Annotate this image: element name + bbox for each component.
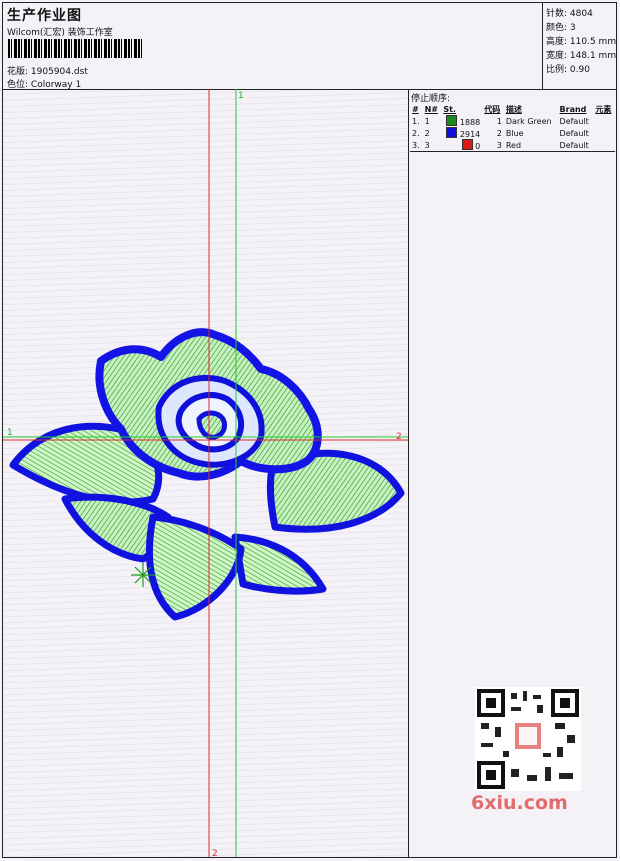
column-header: 代码 [484, 104, 501, 114]
stop-sequence-table: # N# St. 代码 描述 Brand 元素 1. 1 1888 1 Dark… [410, 103, 615, 152]
axis-label-v2: 2 [212, 849, 218, 857]
qr-code [475, 687, 581, 791]
worksheet-header: 生产作业图 Wilcom(汇宏) 装饰工作室 花版: 1905904.dst 色… [3, 3, 616, 90]
watermark-logo: 6xiu.com [471, 792, 568, 814]
column-header: Brand [559, 104, 587, 114]
column-header: 描述 [505, 104, 522, 114]
qr-code-graphic [477, 689, 579, 789]
axis-label-h2: 2 [396, 432, 402, 442]
embroidery-preview: 1 1 2 2 [3, 89, 409, 857]
stat-width: 宽度: 148.1 mm [546, 51, 617, 61]
stat-height: 高度: 110.5 mm [546, 37, 617, 47]
column-header: # [412, 104, 419, 114]
embroidery-center [155, 375, 265, 468]
stat-scale: 比例: 0.90 [546, 65, 590, 75]
design-file: 花版: 1905904.dst [7, 67, 88, 77]
column-header: 元素 [595, 104, 612, 114]
table-row: 2. 2 2914 2 Blue Default [412, 127, 589, 139]
axis-label-v1: 1 [238, 91, 244, 101]
design-stats: 针数: 4804 颜色: 3 高度: 110.5 mm 宽度: 148.1 mm… [542, 3, 617, 89]
color-swatch [446, 115, 458, 126]
table-row: 3. 3 0 3 Red Default [410, 139, 615, 152]
stat-stitches: 针数: 4804 [546, 9, 593, 19]
color-swatch [446, 127, 458, 138]
axis-label-h1: 1 [7, 428, 13, 438]
barcode [8, 39, 142, 58]
embroidery-drawing: 1 1 2 2 [3, 89, 408, 857]
color-swatch [461, 139, 473, 150]
production-worksheet: 生产作业图 Wilcom(汇宏) 装饰工作室 花版: 1905904.dst 色… [2, 2, 617, 858]
design-file-name: 1905904.dst [30, 67, 88, 77]
table-row: 1. 1 1888 1 Dark Green Default [412, 115, 589, 127]
column-header: N# [424, 104, 438, 114]
stop-sequence-panel: 停止顺序: # N# St. 代码 描述 Brand 元素 1. 1 1888 [409, 89, 616, 857]
studio-name: Wilcom(汇宏) 装饰工作室 [7, 28, 113, 38]
table-header: # N# St. 代码 描述 Brand 元素 [410, 103, 615, 115]
stat-colors: 颜色: 3 [546, 23, 576, 33]
column-header: St. [443, 104, 456, 114]
page-title: 生产作业图 [7, 8, 82, 24]
